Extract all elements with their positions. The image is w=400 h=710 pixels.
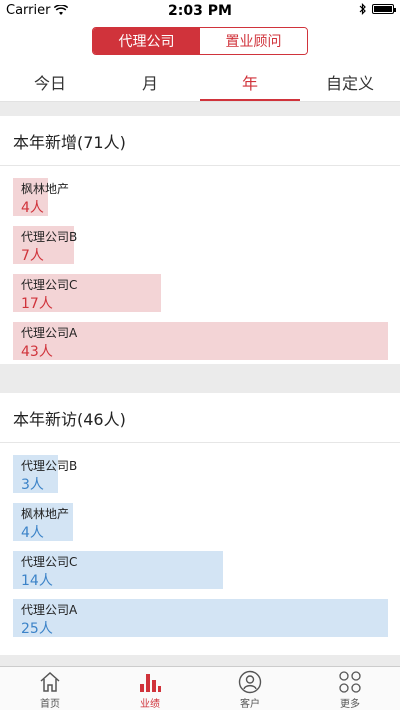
period-tabs: 今日 月 年 自定义 <box>0 62 400 102</box>
new-section-title: 本年新增(71人) <box>0 116 400 166</box>
new-bar-label: 代理公司A <box>21 326 78 340</box>
new-customers-section: 本年新增(71人) 枫林地产 4人代理公司B 7人代理公司C 17人代理公司A 43人 <box>0 116 400 364</box>
segment-consultant[interactable]: 置业顾问 <box>200 28 307 54</box>
visit-bar-label: 代理公司A <box>21 603 78 617</box>
tab-year[interactable]: 年 <box>200 62 300 101</box>
new-bar-label: 枫林地产 <box>21 182 70 196</box>
new-bar-value: 4人 <box>21 200 44 216</box>
new-visits-section: 本年新访(46人) 代理公司B 3人枫林地产 4人代理公司C 14人代理公司A 25人 <box>0 393 400 655</box>
new-bar-label: 代理公司C <box>21 278 78 292</box>
visit-bar-value: 4人 <box>21 525 44 541</box>
header: 代理公司 置业顾问 <box>0 22 400 62</box>
segment-agency[interactable]: 代理公司 <box>93 28 200 54</box>
tab-custom[interactable]: 自定义 <box>300 62 400 101</box>
visit-bar-value: 25人 <box>21 621 53 637</box>
new-bar-value: 43人 <box>21 344 53 360</box>
tabbar-label-customers: 客户 <box>240 699 260 710</box>
tab-today[interactable]: 今日 <box>0 62 100 101</box>
battery-icon <box>372 4 396 14</box>
user-icon <box>237 670 263 694</box>
tabbar-label-performance: 业绩 <box>140 699 160 710</box>
visit-bar-label: 代理公司B <box>21 459 78 473</box>
tabbar-item-performance[interactable]: 业绩 <box>100 667 200 710</box>
status-time: 2:03 PM <box>168 3 232 19</box>
tabbar-item-customers[interactable]: 客户 <box>200 667 300 710</box>
new-bar-label: 代理公司B <box>21 230 78 244</box>
visit-bar-item: 代理公司A 25人 <box>13 599 388 637</box>
tab-bar: 首页 业绩 客户 更多 <box>0 666 400 710</box>
segmented-control: 代理公司 置业顾问 <box>92 27 308 55</box>
bar-chart-icon <box>137 670 163 694</box>
tabbar-item-more[interactable]: 更多 <box>300 667 400 710</box>
visit-bar-item: 代理公司B 3人 <box>13 455 388 493</box>
new-bar-item: 枫林地产 4人 <box>13 178 388 216</box>
new-bar-item: 代理公司C 17人 <box>13 274 388 312</box>
bluetooth-icon <box>359 3 366 15</box>
visit-bar-value: 3人 <box>21 477 44 493</box>
tab-month[interactable]: 月 <box>100 62 200 101</box>
tabbar-item-home[interactable]: 首页 <box>0 667 100 710</box>
new-bar-item: 代理公司B 7人 <box>13 226 388 264</box>
visit-bar-item: 枫林地产 4人 <box>13 503 388 541</box>
tabbar-label-more: 更多 <box>340 699 360 710</box>
visit-section-title: 本年新访(46人) <box>0 393 400 443</box>
visit-bar-item: 代理公司C 14人 <box>13 551 388 589</box>
visit-bar-label: 枫林地产 <box>21 507 70 521</box>
status-bar: Carrier 2:03 PM <box>0 0 400 22</box>
more-icon <box>337 670 363 694</box>
visit-bar-label: 代理公司C <box>21 555 78 569</box>
new-bar-value: 17人 <box>21 296 53 312</box>
tabbar-label-home: 首页 <box>40 699 60 710</box>
new-bar-item: 代理公司A 43人 <box>13 322 388 360</box>
status-right <box>359 3 396 15</box>
home-icon <box>37 670 63 694</box>
new-bar-value: 7人 <box>21 248 44 264</box>
visit-bar-value: 14人 <box>21 573 53 589</box>
